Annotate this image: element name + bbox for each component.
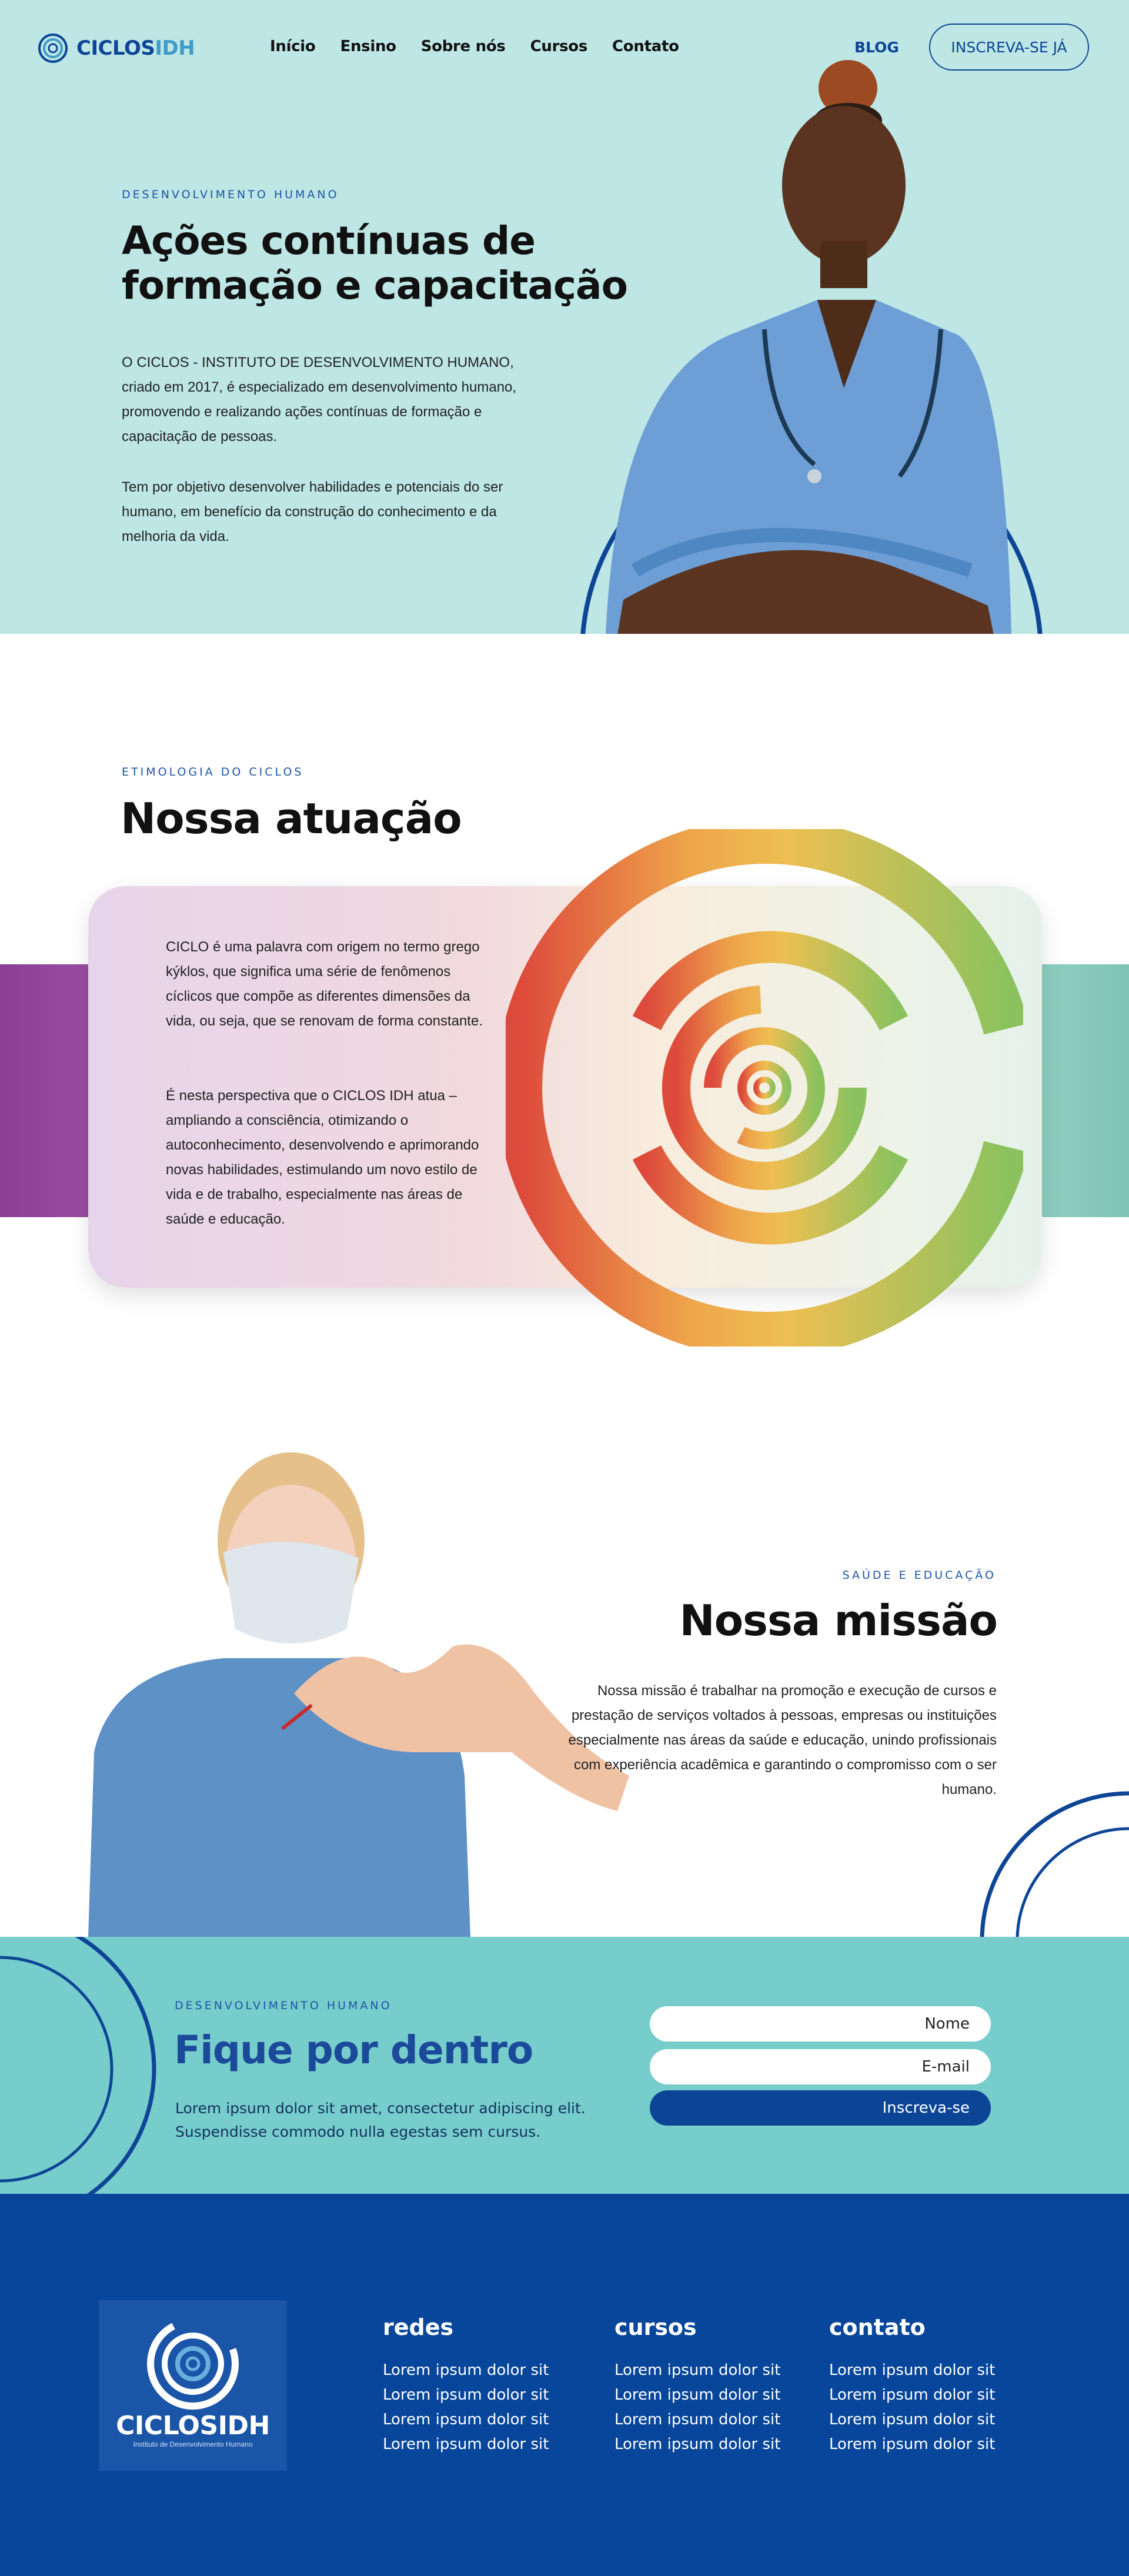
nav-ensino[interactable]: Ensino [340,38,396,55]
hero-section: CICLOSIDH Início Ensino Sobre nós Cursos… [0,0,1129,634]
subscribe-button[interactable]: Inscreva-se [650,2090,991,2126]
footer-list-cursos: Lorem ipsum dolor sit Lorem ipsum dolor … [614,2358,780,2457]
atuacao-title: Nossa atuação [121,794,462,843]
hero-eyebrow: DESENVOLVIMENTO HUMANO [122,188,339,201]
ciclos-logo-icon [147,2318,239,2410]
footer-link[interactable]: Lorem ipsum dolor sit [829,2358,995,2383]
atuacao-paragraph-1: CICLO é uma palavra com origem no termo … [166,939,483,1029]
decorative-band-left [0,964,94,1217]
site-logo[interactable]: CICLOSIDH [38,33,195,64]
footer-link[interactable]: Lorem ipsum dolor sit [614,2383,780,2407]
footer-list-redes: Lorem ipsum dolor sit Lorem ipsum dolor … [383,2358,549,2457]
footer-link[interactable]: Lorem ipsum dolor sit [614,2432,780,2457]
footer-brand: CICLOSIDH [116,2411,270,2441]
nav-sobre-nos[interactable]: Sobre nós [421,38,506,55]
name-field[interactable]: Nome [650,2006,991,2042]
brand-name: CICLOSIDH [76,36,195,60]
footer-link[interactable]: Lorem ipsum dolor sit [829,2383,995,2407]
footer-link[interactable]: Lorem ipsum dolor sit [829,2407,995,2432]
hero-title: Ações contínuas de formação e capacitaçã… [122,218,628,308]
newsletter-eyebrow: DESENVOLVIMENTO HUMANO [175,1999,392,2012]
hero-paragraph-1: O CICLOS - INSTITUTO DE DESENVOLVIMENTO … [122,355,517,445]
footer-list-contato: Lorem ipsum dolor sit Lorem ipsum dolor … [829,2358,995,2457]
missao-title: Nossa missão [679,1596,998,1645]
atuacao-paragraph-2: É nesta perspectiva que o CICLOS IDH atu… [166,1088,479,1227]
email-field[interactable]: E-mail [650,2049,991,2084]
footer-link[interactable]: Lorem ipsum dolor sit [614,2407,780,2432]
footer-link[interactable]: Lorem ipsum dolor sit [383,2383,549,2407]
footer-brand-sub: Instituto de Desenvolvimento Humano [133,2440,253,2448]
footer-col-title-redes: redes [383,2314,454,2340]
nav-blog[interactable]: BLOG [854,39,899,56]
signup-cta-button[interactable]: INSCREVA-SE JÁ [929,24,1089,71]
footer-link[interactable]: Lorem ipsum dolor sit [383,2432,549,2457]
newsletter-title: Fique por dentro [174,2027,533,2073]
footer-link[interactable]: Lorem ipsum dolor sit [383,2358,549,2383]
decorative-arcs-left [0,1937,156,2194]
nav-cursos[interactable]: Cursos [530,38,588,55]
main-nav: Início Ensino Sobre nós Cursos Contato [270,38,679,55]
footer-link[interactable]: Lorem ipsum dolor sit [829,2432,995,2457]
footer-link[interactable]: Lorem ipsum dolor sit [383,2407,549,2432]
mission-nurse-image [88,1452,629,1937]
nav-contato[interactable]: Contato [612,38,679,55]
decorative-band-right [1035,964,1129,1217]
cycle-rings-graphic [506,829,1023,1347]
hero-paragraph-2: Tem por objetivo desenvolver habilidades… [122,479,503,544]
footer-col-title-contato: contato [829,2314,926,2340]
decorative-arcs-right [980,1791,1129,1940]
newsletter-text: Lorem ipsum dolor sit amet, consectetur … [175,2100,586,2140]
hero-nurse-image [606,60,1011,634]
footer-col-title-cursos: cursos [614,2314,697,2340]
nav-inicio[interactable]: Início [270,38,316,55]
ciclos-logo-icon [38,34,68,63]
footer-link[interactable]: Lorem ipsum dolor sit [614,2358,780,2383]
atuacao-eyebrow: ETIMOLOGIA DO CICLOS [122,766,304,779]
missao-paragraph: Nossa missão é trabalhar na promoção e e… [568,1683,997,1797]
missao-eyebrow: SAÚDE E EDUCAÇÃO [842,1569,996,1582]
